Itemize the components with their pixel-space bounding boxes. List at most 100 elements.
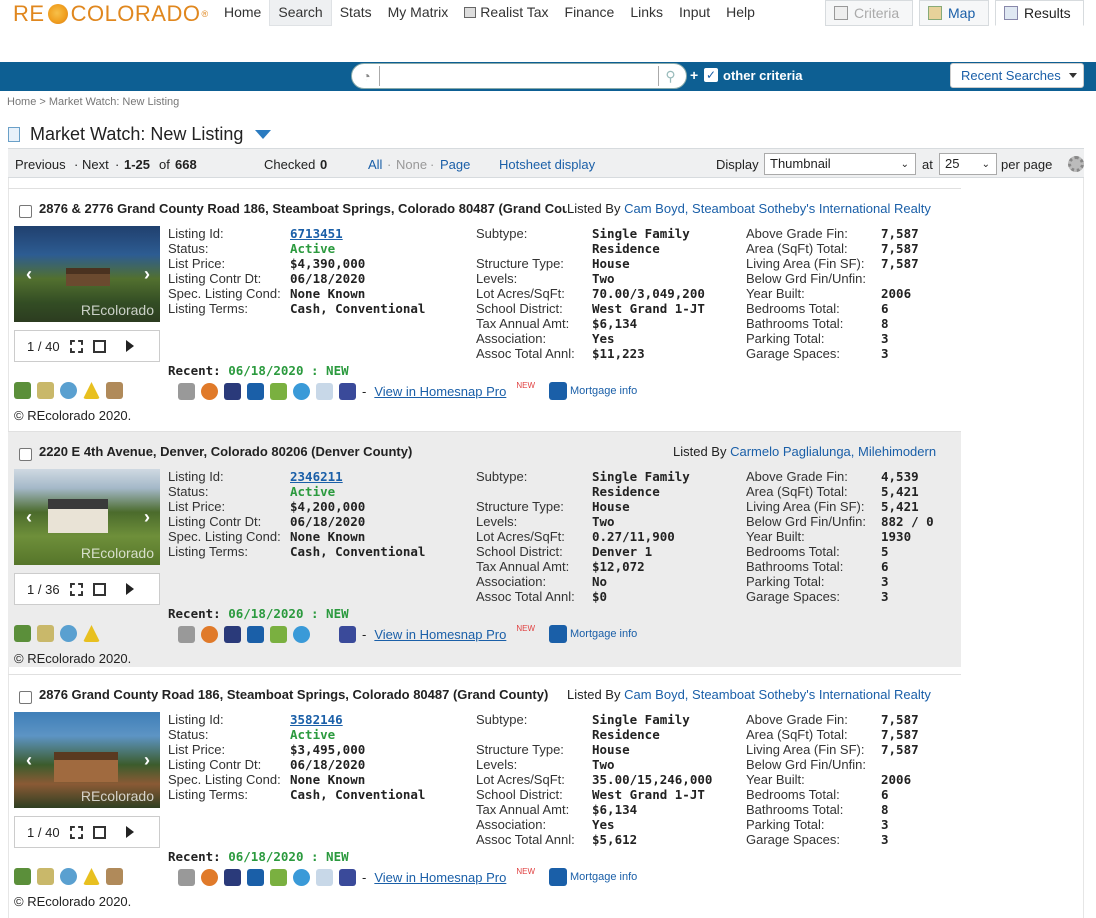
- listing-photo[interactable]: ‹ › REcolorado: [14, 226, 160, 322]
- popout-icon[interactable]: [92, 582, 106, 596]
- expand-icon[interactable]: [69, 339, 83, 353]
- chart-icon[interactable]: [224, 625, 241, 643]
- warning-icon[interactable]: [83, 382, 100, 399]
- agent-link[interactable]: Cam Boyd,: [624, 201, 688, 216]
- display-select[interactable]: Thumbnail ⌄: [764, 153, 916, 175]
- photo-prev-icon[interactable]: ‹: [26, 750, 32, 771]
- listing-photo[interactable]: ‹ › REcolorado: [14, 469, 160, 565]
- smile-icon[interactable]: [293, 625, 310, 643]
- leaf-icon[interactable]: [270, 625, 287, 643]
- nav-realist-tax[interactable]: Realist Tax: [456, 0, 556, 26]
- photo-next-icon[interactable]: ›: [144, 507, 150, 528]
- select-page-link[interactable]: Page: [440, 157, 470, 172]
- previous-link[interactable]: Previous: [15, 157, 66, 172]
- bank-icon[interactable]: [178, 868, 195, 886]
- other-criteria-label[interactable]: other criteria: [723, 68, 802, 83]
- title-dropdown-icon[interactable]: [255, 130, 272, 139]
- popout-icon[interactable]: [92, 825, 106, 839]
- photo-next-icon[interactable]: ›: [144, 264, 150, 285]
- bank-icon[interactable]: [178, 625, 195, 643]
- tab-map[interactable]: Map: [919, 0, 989, 26]
- mortgage-info-link[interactable]: Mortgage info: [549, 625, 637, 643]
- listing-id-link[interactable]: 2346211: [290, 469, 425, 484]
- play-icon[interactable]: [125, 583, 134, 595]
- tax-icon[interactable]: [106, 868, 123, 885]
- homesnap-link[interactable]: View in Homesnap Pro: [374, 627, 506, 642]
- ctm-icon[interactable]: [247, 382, 264, 400]
- nav-links[interactable]: Links: [622, 0, 671, 26]
- copy-icon[interactable]: [316, 382, 333, 400]
- agent-link[interactable]: Carmelo Paglialunga,: [730, 444, 854, 459]
- quick-search-input[interactable]: ◔ ⚲: [351, 63, 687, 89]
- nav-input[interactable]: Input: [671, 0, 718, 26]
- nav-stats[interactable]: Stats: [332, 0, 380, 26]
- listing-checkbox[interactable]: [19, 691, 32, 704]
- smile-icon[interactable]: [293, 868, 310, 886]
- flower-icon[interactable]: [201, 868, 218, 886]
- agent-link[interactable]: Cam Boyd,: [624, 687, 688, 702]
- listing-address[interactable]: 2876 Grand County Road 186, Steamboat Sp…: [39, 687, 567, 702]
- office-link[interactable]: Steamboat Sotheby's International Realty: [692, 687, 931, 702]
- flower-icon[interactable]: [201, 382, 218, 400]
- search-icon[interactable]: ⚲: [658, 66, 682, 86]
- nav-home[interactable]: Home: [216, 0, 269, 26]
- history-icon[interactable]: [60, 625, 77, 642]
- tax-icon[interactable]: [106, 382, 123, 399]
- history-icon[interactable]: [60, 382, 77, 399]
- warning-icon[interactable]: [83, 625, 100, 642]
- homesnap-link[interactable]: View in Homesnap Pro: [374, 384, 506, 399]
- phone-icon[interactable]: [339, 625, 356, 643]
- photo-prev-icon[interactable]: ‹: [26, 507, 32, 528]
- history-icon[interactable]: [60, 868, 77, 885]
- listing-address[interactable]: 2220 E 4th Avenue, Denver, Colorado 8020…: [39, 444, 567, 459]
- phone-icon[interactable]: [339, 382, 356, 400]
- listing-checkbox[interactable]: [19, 448, 32, 461]
- tab-criteria[interactable]: Criteria: [825, 0, 913, 26]
- photo-next-icon[interactable]: ›: [144, 750, 150, 771]
- ctm-icon[interactable]: [247, 868, 264, 886]
- listing-photo[interactable]: ‹ › REcolorado: [14, 712, 160, 808]
- play-icon[interactable]: [125, 826, 134, 838]
- phone-icon[interactable]: [339, 868, 356, 886]
- smile-icon[interactable]: [293, 382, 310, 400]
- office-link[interactable]: Steamboat Sotheby's International Realty: [692, 201, 931, 216]
- listing-checkbox[interactable]: [19, 205, 32, 218]
- nav-search[interactable]: Search: [269, 0, 332, 26]
- photo-icon[interactable]: [14, 382, 31, 399]
- map-icon[interactable]: [37, 868, 54, 885]
- leaf-icon[interactable]: [270, 868, 287, 886]
- popout-icon[interactable]: [92, 339, 106, 353]
- select-none-link[interactable]: None: [396, 157, 427, 172]
- flower-icon[interactable]: [201, 625, 218, 643]
- next-link[interactable]: Next: [82, 157, 109, 172]
- per-page-select[interactable]: 25 ⌄: [939, 153, 997, 175]
- chart-icon[interactable]: [224, 868, 241, 886]
- copy-icon[interactable]: [316, 868, 333, 886]
- mortgage-info-link[interactable]: Mortgage info: [549, 382, 637, 400]
- listing-id-link[interactable]: 6713451: [290, 226, 425, 241]
- nav-finance[interactable]: Finance: [557, 0, 623, 26]
- expand-icon[interactable]: [69, 825, 83, 839]
- photo-prev-icon[interactable]: ‹: [26, 264, 32, 285]
- nav-my-matrix[interactable]: My Matrix: [380, 0, 457, 26]
- nav-help[interactable]: Help: [718, 0, 763, 26]
- mortgage-info-link[interactable]: Mortgage info: [549, 868, 637, 886]
- leaf-icon[interactable]: [270, 382, 287, 400]
- search-help-icon[interactable]: ◔: [354, 66, 380, 86]
- photo-icon[interactable]: [14, 625, 31, 642]
- chart-icon[interactable]: [224, 382, 241, 400]
- listing-id-link[interactable]: 3582146: [290, 712, 425, 727]
- warning-icon[interactable]: [83, 868, 100, 885]
- map-icon[interactable]: [37, 625, 54, 642]
- recent-searches-dropdown[interactable]: Recent Searches: [950, 63, 1084, 88]
- tab-results[interactable]: Results: [995, 0, 1084, 26]
- photo-icon[interactable]: [14, 868, 31, 885]
- map-icon[interactable]: [37, 382, 54, 399]
- ctm-icon[interactable]: [247, 625, 264, 643]
- select-all-link[interactable]: All: [368, 157, 382, 172]
- play-icon[interactable]: [125, 340, 134, 352]
- gear-icon[interactable]: [1068, 156, 1084, 172]
- homesnap-link[interactable]: View in Homesnap Pro: [374, 870, 506, 885]
- other-criteria-checkbox[interactable]: ✓: [704, 68, 718, 82]
- expand-icon[interactable]: [69, 582, 83, 596]
